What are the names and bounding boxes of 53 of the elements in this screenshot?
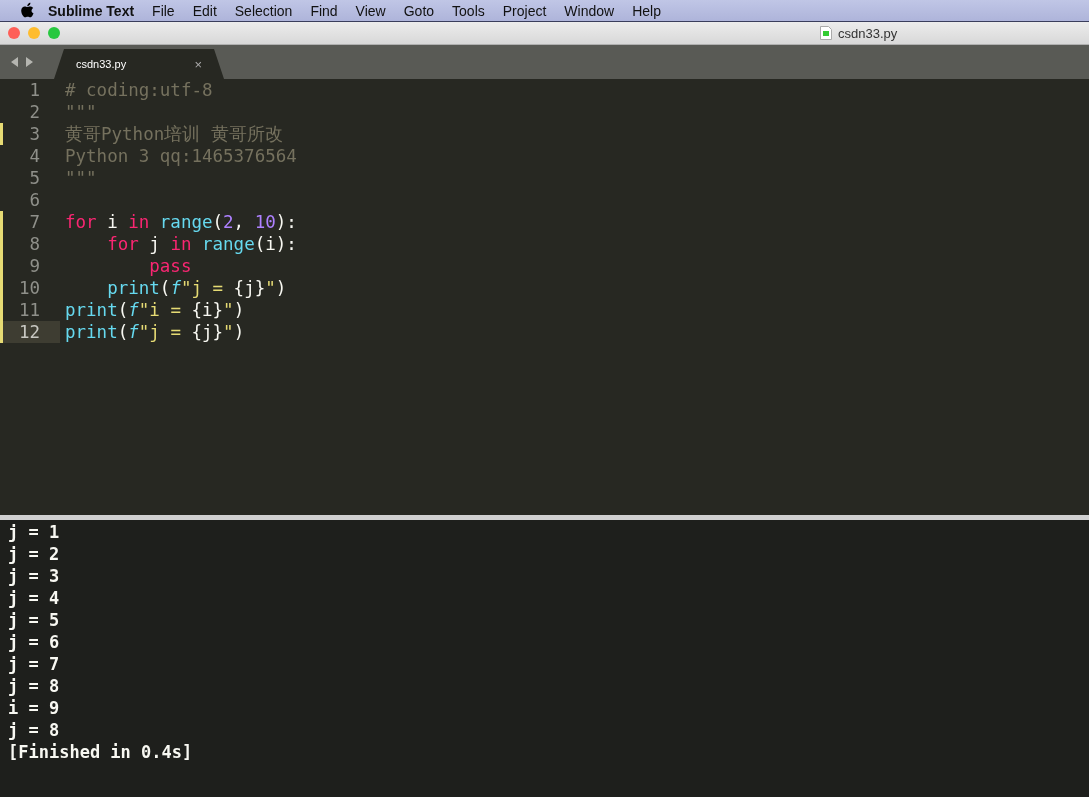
line-number: 1	[28, 79, 41, 101]
menu-item[interactable]: Selection	[234, 2, 293, 19]
window-title: csdn33.py	[838, 25, 898, 41]
code-line: pass	[148, 255, 192, 277]
output-line: j = 5	[8, 609, 61, 631]
menu-item[interactable]: Tools	[452, 2, 485, 19]
close-window-button[interactable]	[8, 27, 20, 39]
menu-item[interactable]: Project	[502, 2, 547, 19]
line-number: 7	[0, 211, 60, 233]
code-line: print(f"j = {j}")	[64, 321, 245, 343]
output-line: [Finished in 0.4s]	[8, 741, 194, 763]
code-line: print(f"i = {i}")	[64, 299, 245, 321]
output-line: j = 8	[8, 675, 61, 697]
menu-item[interactable]: Edit	[192, 2, 217, 19]
minimize-window-button[interactable]	[28, 27, 40, 39]
file-tab[interactable]: csdn33.py ×	[54, 49, 224, 79]
code-line: for j in range(i):	[106, 233, 297, 255]
code-line: Python 3 qq:1465376564	[64, 145, 297, 167]
menu-item[interactable]: Window	[564, 2, 615, 19]
output-line: j = 2	[8, 543, 61, 565]
line-number: 9	[0, 255, 60, 277]
zoom-window-button[interactable]	[48, 27, 60, 39]
menu-item[interactable]: View	[355, 2, 386, 19]
line-number: 12	[0, 321, 60, 343]
output-line: j = 4	[8, 587, 61, 609]
output-line: j = 3	[8, 565, 61, 587]
menu-item[interactable]: Goto	[403, 2, 435, 19]
apple-logo-icon[interactable]	[20, 2, 34, 19]
output-line: j = 6	[8, 631, 61, 653]
line-number: 3	[0, 123, 60, 145]
code-line: # coding:utf-8	[64, 79, 213, 101]
line-number: 8	[0, 233, 60, 255]
line-number: 4	[28, 145, 41, 167]
output-line: j = 7	[8, 653, 61, 675]
file-icon	[820, 26, 832, 40]
code-line: print(f"j = {j}")	[106, 277, 287, 299]
code-line: 黄哥Python培训 黄哥所改	[64, 123, 283, 145]
code-line: for i in range(2, 10):	[64, 211, 297, 233]
line-number: 2	[28, 101, 41, 123]
output-line: j = 1	[8, 521, 61, 543]
line-number: 6	[28, 189, 41, 211]
app-menu[interactable]: Sublime Text	[48, 2, 135, 19]
close-tab-button[interactable]: ×	[194, 56, 202, 72]
output-line: i = 9	[8, 697, 61, 719]
menu-item[interactable]: File	[152, 2, 175, 19]
code-line: """	[64, 167, 97, 189]
line-number: 10	[0, 277, 60, 299]
code-line: """	[64, 101, 97, 123]
menu-item[interactable]: Help	[632, 2, 661, 19]
line-number: 5	[28, 167, 41, 189]
output-line: j = 8	[8, 719, 61, 741]
navigation-arrows-icon[interactable]	[10, 56, 34, 68]
menu-item[interactable]: Find	[310, 2, 338, 19]
